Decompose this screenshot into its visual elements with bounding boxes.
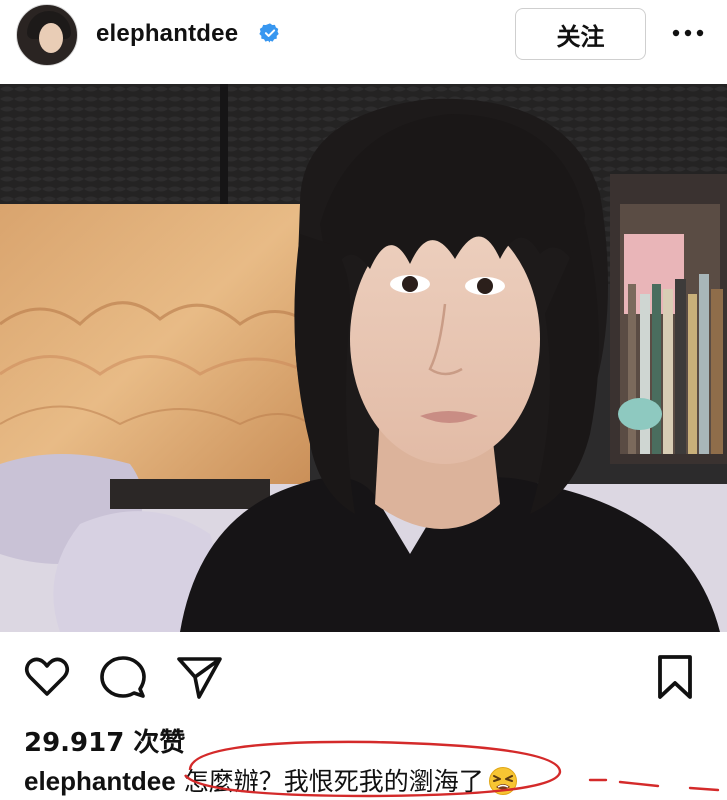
action-bar (0, 640, 727, 720)
avatar[interactable] (16, 4, 78, 66)
selfie-illustration (0, 84, 727, 632)
comment-bubble-icon[interactable] (98, 652, 148, 702)
like-count[interactable]: 29.917 次赞 (24, 722, 185, 759)
post-header: elephantdee 关注 (0, 0, 727, 84)
username[interactable]: elephantdee (96, 20, 238, 48)
bookmark-icon[interactable] (650, 652, 700, 702)
follow-button[interactable]: 关注 (515, 8, 646, 60)
heart-icon[interactable] (22, 652, 72, 702)
caption-username[interactable]: elephantdee (24, 766, 176, 796)
tired-face-emoji (488, 767, 517, 795)
paper-plane-icon[interactable] (174, 652, 224, 702)
post-photo[interactable] (0, 84, 727, 632)
verified-badge-icon (259, 23, 279, 43)
post-caption: elephantdee 怎麼辦？我恨死我的瀏海了 (24, 762, 518, 798)
more-options-icon[interactable] (668, 18, 708, 48)
caption-text: 怎麼辦？我恨死我的瀏海了 (183, 767, 484, 796)
